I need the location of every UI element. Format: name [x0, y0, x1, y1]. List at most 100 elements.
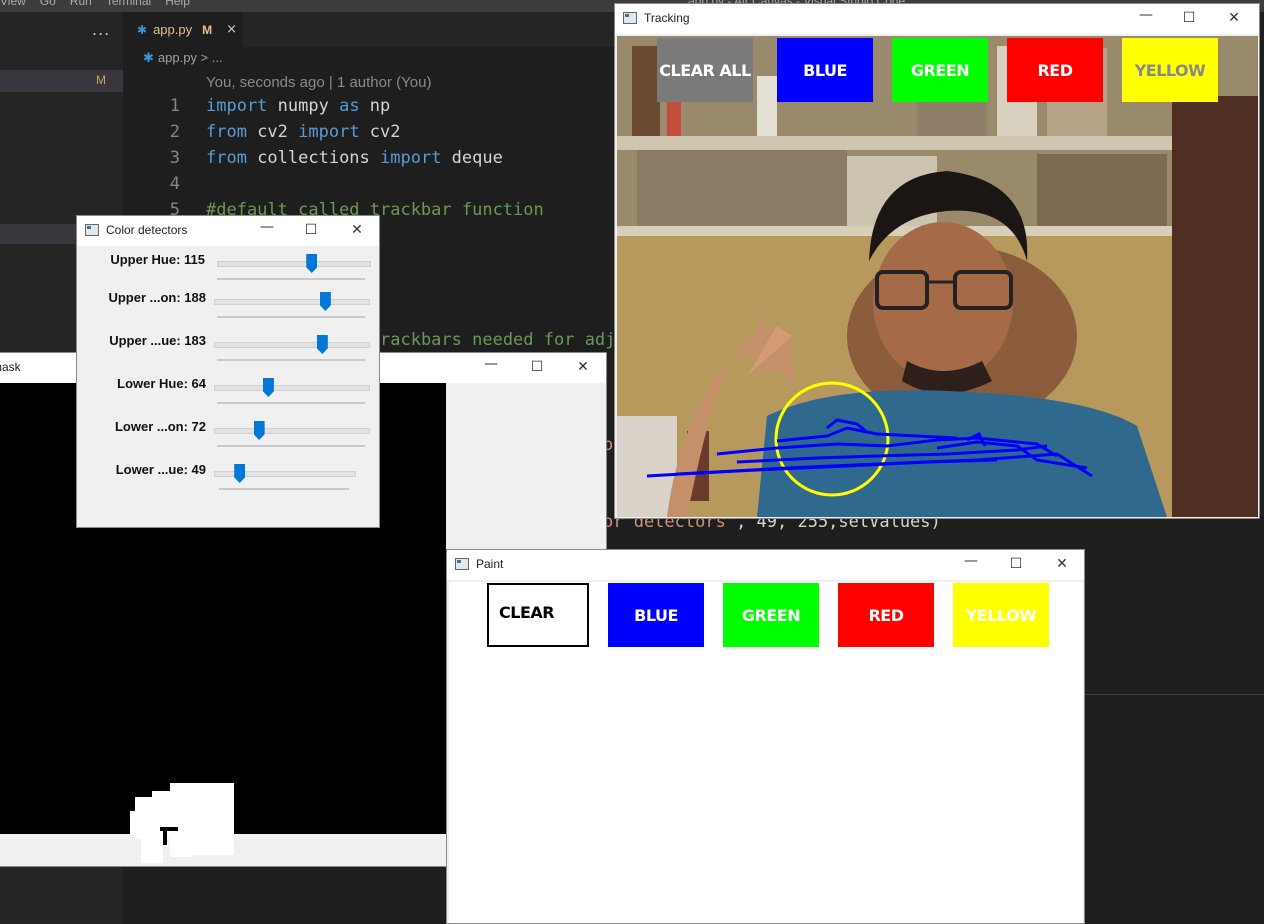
menu-help[interactable]: Help [165, 0, 190, 8]
trackbar-slider[interactable] [214, 428, 370, 434]
mask-blob [141, 839, 163, 863]
trackbar-thumb[interactable] [306, 254, 318, 273]
vscode-panel [1085, 694, 1264, 924]
webcam-feed: CLEAR ALL BLUE GREEN RED YELLOW [617, 36, 1258, 517]
trackbar-ticks [217, 278, 365, 280]
tracking-red-button[interactable]: RED [1007, 38, 1103, 102]
trackbar-label: Lower ...on: 72 [114, 419, 206, 434]
git-blame-annotation: You, seconds ago | 1 author (You) [206, 74, 432, 91]
minimize-button[interactable]: — [948, 550, 994, 580]
minimize-icon: — [1139, 7, 1153, 23]
close-button[interactable]: ✕ [334, 216, 380, 246]
trackbar-ticks [217, 359, 365, 361]
maximize-button[interactable]: ☐ [1166, 4, 1212, 34]
app-icon [455, 558, 469, 570]
trackbar-slider[interactable] [214, 342, 370, 348]
trackbar-thumb[interactable] [316, 335, 328, 354]
trackbar-ticks [219, 488, 349, 490]
minimize-icon: — [260, 219, 274, 235]
window-title: Tracking [644, 11, 690, 25]
python-file-icon: ✱ [137, 22, 148, 37]
close-button[interactable]: ✕ [560, 353, 606, 383]
modified-badge: M [96, 73, 106, 87]
paint-clear-button[interactable]: CLEAR [487, 583, 589, 647]
paint-yellow-button[interactable]: YELLOW [953, 583, 1049, 647]
close-icon: ✕ [1228, 10, 1240, 26]
app-icon [85, 224, 99, 236]
trackbar-label: Upper ...ue: 183 [109, 333, 206, 348]
tracking-green-button[interactable]: GREEN [892, 38, 988, 102]
close-icon: ✕ [577, 359, 589, 375]
trackbar-slider[interactable] [217, 261, 371, 267]
code-line-3[interactable]: 3 from collections import deque [150, 148, 503, 174]
trackbar-panel: Upper Hue: 115 Upper ...on: 188 Upper ...u… [77, 246, 379, 527]
close-icon: ✕ [1056, 556, 1068, 572]
close-icon: ✕ [351, 222, 363, 238]
tab-app-py[interactable]: ✱ app.py M × [123, 12, 243, 47]
code-line-1[interactable]: 1 import numpy as np [150, 96, 391, 122]
color-detectors-window: Color detectors — ☐ ✕ Upper Hue: 115 Uppe… [77, 216, 379, 527]
app-icon [623, 12, 637, 24]
window-title: Paint [476, 557, 504, 571]
tracking-blue-button[interactable]: BLUE [777, 38, 873, 102]
menu-view[interactable]: View [0, 0, 26, 8]
code-fragment-comment: rackbars needed for adj [380, 330, 616, 350]
trackbar-ticks [217, 316, 365, 318]
tracking-yellow-button[interactable]: YELLOW [1122, 38, 1218, 102]
more-actions-icon[interactable]: ... [92, 20, 110, 39]
minimize-icon: — [484, 356, 498, 372]
maximize-button[interactable]: ☐ [993, 550, 1039, 580]
tracking-clear-all-button[interactable]: CLEAR ALL [657, 38, 753, 102]
maximize-button[interactable]: ☐ [514, 353, 560, 383]
maximize-icon: ☐ [1009, 556, 1023, 572]
trackbar-label: Lower ...ue: 49 [115, 462, 206, 477]
tab-modified-indicator: M [202, 22, 213, 37]
window-title: Color detectors [106, 223, 188, 237]
paint-canvas[interactable]: CLEAR BLUE GREEN RED YELLOW [449, 582, 1083, 923]
breadcrumb-text: app.py > ... [157, 50, 223, 65]
tracking-window: Tracking — ☐ ✕ CLEAR ALL BLUE GREEN RED … [615, 4, 1259, 518]
paint-green-button[interactable]: GREEN [723, 583, 819, 647]
sidebar-selected-file[interactable]: M [0, 70, 123, 92]
trackbar-ticks [217, 402, 365, 404]
python-file-icon: ✱ [143, 50, 154, 65]
tracking-titlebar[interactable]: Tracking — ☐ ✕ [615, 4, 1259, 34]
code-line-2[interactable]: 2 from cv2 import cv2 [150, 122, 401, 148]
maximize-icon: ☐ [304, 222, 318, 238]
minimize-button[interactable]: — [1123, 4, 1169, 34]
trackbar-thumb[interactable] [234, 464, 246, 483]
close-button[interactable]: ✕ [1211, 4, 1257, 34]
menu-terminal[interactable]: Terminal [106, 0, 151, 8]
color-detectors-titlebar[interactable]: Color detectors — ☐ ✕ [77, 216, 379, 246]
trackbar-slider[interactable] [214, 385, 370, 391]
minimize-button[interactable]: — [468, 353, 514, 383]
trackbar-thumb[interactable] [253, 421, 265, 440]
paint-window: Paint — ☐ ✕ CLEAR BLUE GREEN RED YELLOW [447, 550, 1084, 923]
trackbar-thumb[interactable] [319, 292, 331, 311]
breadcrumb[interactable]: ✱ app.py > ... [143, 50, 223, 66]
mask-blob [172, 839, 192, 857]
minimize-button[interactable]: — [244, 216, 290, 246]
window-title: mask [0, 360, 21, 374]
vscode-status-area [0, 866, 446, 924]
paint-red-button[interactable]: RED [838, 583, 934, 647]
close-button[interactable]: ✕ [1039, 550, 1085, 580]
menu-run[interactable]: Run [70, 0, 92, 8]
vscode-menu: View Go Run Terminal Help [0, 0, 190, 8]
trackbar-thumb[interactable] [262, 378, 274, 397]
maximize-icon: ☐ [1182, 10, 1196, 26]
tab-close-icon[interactable]: × [226, 22, 237, 37]
tab-filename: app.py [153, 22, 193, 37]
mask-blob [130, 811, 160, 837]
paint-titlebar[interactable]: Paint — ☐ ✕ [447, 550, 1084, 580]
maximize-button[interactable]: ☐ [288, 216, 334, 246]
paint-blue-button[interactable]: BLUE [608, 583, 704, 647]
trackbar-ticks [217, 445, 365, 447]
editor-tabbar: ✱ app.py M × [123, 12, 614, 47]
code-line-4[interactable]: 4 [150, 174, 206, 200]
menu-go[interactable]: Go [40, 0, 56, 8]
trackbar-slider[interactable] [214, 299, 370, 305]
maximize-icon: ☐ [530, 359, 544, 375]
minimize-icon: — [964, 553, 978, 569]
mask-gap [163, 831, 167, 845]
